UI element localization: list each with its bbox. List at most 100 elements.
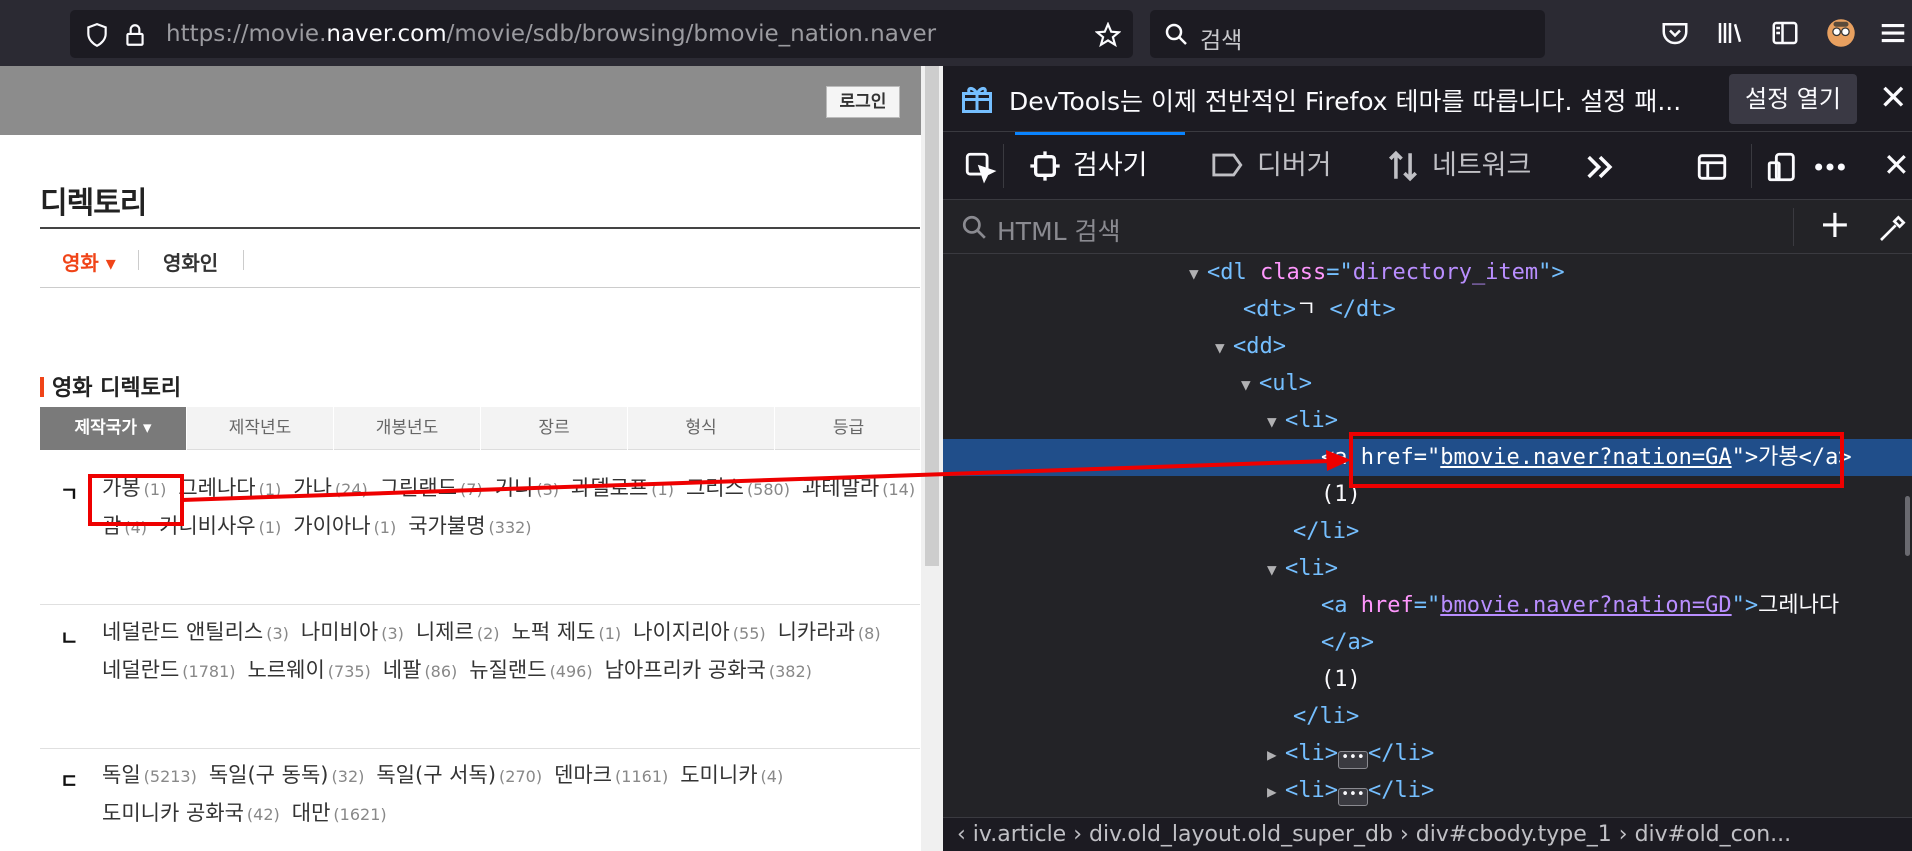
markup-node-li-collapsed[interactable]: ▶ <li> ••• </li> xyxy=(943,735,1912,772)
nation-name: 덴마크 xyxy=(554,763,613,787)
library-icon[interactable] xyxy=(1715,18,1745,48)
breadcrumbs[interactable]: ‹ iv.article › div.old_layout.old_super_… xyxy=(943,817,1912,851)
nation-link[interactable]: 가이아나 (1) xyxy=(293,508,396,546)
layout-toggle-icon[interactable] xyxy=(1695,150,1729,184)
nation-count: (1) xyxy=(373,518,397,537)
subnav-movie[interactable]: 영화 ▾ xyxy=(62,247,116,276)
element-picker-icon[interactable] xyxy=(963,150,997,184)
bookmark-star-icon[interactable] xyxy=(1095,22,1121,48)
tab-inspector[interactable]: 검사기 xyxy=(1015,132,1185,200)
nation-link[interactable]: 나미비아 (3) xyxy=(301,614,404,652)
group-divider xyxy=(40,748,920,749)
markup-text-node[interactable]: (1) xyxy=(943,661,1912,698)
nation-count: (1) xyxy=(258,480,282,499)
nation-link[interactable]: 니카라과 (8) xyxy=(778,614,881,652)
nation-name: 뉴질랜드 xyxy=(469,658,547,682)
notice-text: DevTools는 이제 전반적인 Firefox 테마를 따릅니다. 설정 패… xyxy=(1009,87,1682,116)
html-search-bar[interactable]: HTML 검색 + xyxy=(943,200,1912,254)
nation-link[interactable]: 그리스 (580) xyxy=(686,470,790,508)
section-title: 영화 디렉토리 xyxy=(40,370,181,402)
eyedropper-icon[interactable] xyxy=(1877,212,1909,244)
markup-node-dd[interactable]: ▼ <dd> xyxy=(943,328,1912,365)
account-avatar-icon[interactable] xyxy=(1826,18,1856,48)
nation-link[interactable]: 기니비사우 (1) xyxy=(159,508,281,546)
markup-node-li[interactable]: ▼ <li> xyxy=(943,402,1912,439)
shield-icon[interactable] xyxy=(84,22,110,48)
group-letter: ㄱ xyxy=(60,482,79,506)
pocket-icon[interactable] xyxy=(1660,18,1690,48)
nation-link[interactable]: 네덜란드 앤틸리스 (3) xyxy=(102,614,289,652)
subnav-person[interactable]: 영화인 xyxy=(163,247,218,276)
nation-name: 네덜란드 앤틸리스 xyxy=(102,620,264,644)
nation-link[interactable]: 남아프리카 공화국 (382) xyxy=(605,652,812,690)
nation-link[interactable]: 괌 (4) xyxy=(102,508,147,546)
nation-link[interactable]: 도미니카 (4) xyxy=(680,757,783,795)
nation-link[interactable]: 과테말라 (14) xyxy=(802,470,915,508)
tab-nation[interactable]: 제작국가 ▾ xyxy=(40,407,187,450)
collapsed-ellipsis-icon[interactable]: ••• xyxy=(1337,751,1368,769)
markup-node-li-close[interactable]: </li> xyxy=(943,513,1912,550)
nation-link[interactable]: 독일(구 동독) (32) xyxy=(209,757,365,795)
tab-rating[interactable]: 등급 xyxy=(775,407,922,450)
open-settings-button[interactable]: 설정 열기 xyxy=(1729,74,1857,124)
nation-link[interactable]: 뉴질랜드 (496) xyxy=(469,652,592,690)
tab-release-year[interactable]: 개봉년도 xyxy=(334,407,481,450)
nation-link[interactable]: 독일(구 서독) (270) xyxy=(376,757,542,795)
nation-link[interactable]: 네덜란드 (1781) xyxy=(102,652,235,690)
markup-node-li-collapsed[interactable]: ▶ <li> ••• </li> xyxy=(943,772,1912,809)
nation-count: (24) xyxy=(334,480,368,499)
devtools-notice: DevTools는 이제 전반적인 Firefox 테마를 따릅니다. 설정 패… xyxy=(943,66,1912,132)
close-icon[interactable]: ✕ xyxy=(1879,78,1908,118)
tab-format[interactable]: 형식 xyxy=(628,407,775,450)
nation-name: 독일(구 동독) xyxy=(208,763,329,787)
markup-scrollbar-thumb[interactable] xyxy=(1905,496,1910,556)
markup-node-li[interactable]: ▼ <li> xyxy=(943,550,1912,587)
nation-count: (8) xyxy=(857,624,881,643)
markup-node-dt[interactable]: <dt>ㄱ </dt> xyxy=(943,291,1912,328)
login-button[interactable]: 로그인 xyxy=(826,86,900,118)
sidebar-icon[interactable] xyxy=(1770,18,1800,48)
page-scrollbar-thumb[interactable] xyxy=(925,66,939,566)
collapsed-ellipsis-icon[interactable]: ••• xyxy=(1337,788,1368,806)
nation-link[interactable]: 그린랜드 (7) xyxy=(380,470,483,508)
nation-link[interactable]: 가봉 (1) xyxy=(102,470,166,508)
markup-node-a[interactable]: <a href="bmovie.naver?nation=GD">그레나다 xyxy=(943,587,1912,624)
url-text[interactable]: https://movie.naver.com/movie/sdb/browsi… xyxy=(166,21,936,47)
nation-link[interactable]: 기니 (3) xyxy=(495,470,559,508)
search-bar[interactable]: 검색 xyxy=(1150,10,1545,58)
markup-text-node[interactable]: (1) xyxy=(943,476,1912,513)
tab-production-year[interactable]: 제작년도 xyxy=(187,407,334,450)
more-options-icon[interactable] xyxy=(1813,150,1847,184)
menu-icon[interactable] xyxy=(1878,18,1908,48)
more-tabs-chevron-icon[interactable] xyxy=(1583,150,1617,184)
tab-genre[interactable]: 장르 xyxy=(481,407,628,450)
markup-node-a-close[interactable]: </a> xyxy=(943,624,1912,661)
nation-link[interactable]: 덴마크 (1161) xyxy=(554,757,668,795)
markup-node-ul[interactable]: ▼ <ul> xyxy=(943,365,1912,402)
nation-link[interactable]: 독일 (5213) xyxy=(102,757,197,795)
markup-node-li-close[interactable]: </li> xyxy=(943,698,1912,735)
nation-link[interactable]: 노퍽 제도 (1) xyxy=(512,614,622,652)
url-bar[interactable]: https://movie.naver.com/movie/sdb/browsi… xyxy=(70,10,1133,58)
nation-link[interactable]: 국가불명 (332) xyxy=(408,508,531,546)
markup-node-a-selected[interactable]: <a href="bmovie.naver?nation=GA">가봉</a> xyxy=(943,439,1912,476)
tab-network[interactable]: 네트워크 xyxy=(1386,132,1576,200)
responsive-design-icon[interactable] xyxy=(1765,150,1799,184)
nation-count: (32) xyxy=(331,767,365,786)
nation-link[interactable]: 나이지리아 (55) xyxy=(633,614,765,652)
nation-link[interactable]: 대만 (1621) xyxy=(292,795,387,833)
nation-link[interactable]: 노르웨이 (735) xyxy=(247,652,370,690)
nation-link[interactable]: 그레나다 (1) xyxy=(178,470,281,508)
lock-icon[interactable] xyxy=(122,22,148,48)
nation-link[interactable]: 네팔 (86) xyxy=(383,652,457,690)
nation-link[interactable]: 가나 (24) xyxy=(293,470,367,508)
close-devtools-icon[interactable]: ✕ xyxy=(1883,146,1910,184)
tab-debugger[interactable]: 디버거 xyxy=(1211,132,1371,200)
nation-link[interactable]: 과델로프 (1) xyxy=(571,470,674,508)
subnav-separator xyxy=(243,250,244,270)
markup-node-dl[interactable]: ▼ <dl class="directory_item"> xyxy=(943,254,1912,291)
nation-link[interactable]: 니제르 (2) xyxy=(416,614,500,652)
nation-link[interactable]: 도미니카 공화국 (42) xyxy=(102,795,280,833)
nation-count: (3) xyxy=(381,624,404,643)
add-node-icon[interactable]: + xyxy=(1819,202,1851,246)
